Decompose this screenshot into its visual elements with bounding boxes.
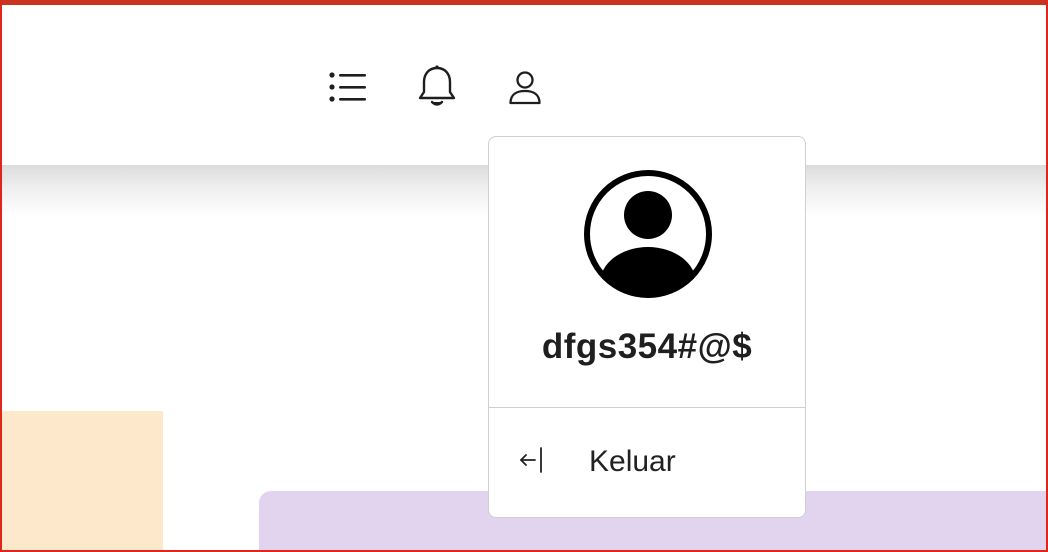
logout-menu-item[interactable]: Keluar [489,409,805,517]
logout-label: Keluar [589,445,676,478]
menu-divider [489,407,805,408]
logout-arrow-icon [517,445,545,475]
peach-content-panel [2,411,163,550]
list-icon[interactable] [324,63,372,111]
profile-username: dfgs354#@$ [541,327,753,366]
bell-icon[interactable] [412,61,462,113]
person-circle-icon [583,169,713,299]
app-window: dfgs354#@$ Keluar [0,0,1048,552]
profile-dropdown-menu: dfgs354#@$ Keluar [488,136,806,518]
user-icon[interactable] [500,63,550,113]
